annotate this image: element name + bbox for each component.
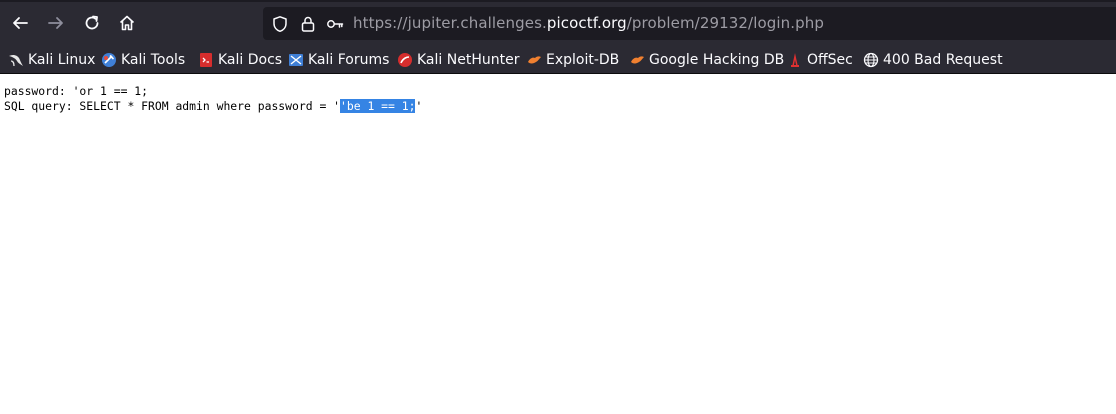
offsec-icon [791, 53, 799, 67]
bookmark-label: Google Hacking DB [649, 52, 785, 68]
bookmark-exploit-db[interactable]: Exploit-DB [526, 50, 619, 70]
bookmark-label: Kali Docs [218, 52, 283, 68]
ghdb-icon [631, 56, 644, 64]
url-path: /problem/29132/login.php [626, 14, 824, 32]
arrow-right-icon [48, 17, 63, 29]
password-line: password: 'or 1 == 1; [4, 84, 149, 98]
bookmark-label: Kali Linux [28, 52, 96, 68]
reload-icon [85, 15, 99, 30]
bookmark-kali-nethunter[interactable]: Kali NetHunter [397, 50, 519, 70]
url-bar[interactable]: https://jupiter.challenges.picoctf.org/p… [263, 7, 1116, 40]
sql-query-line: SQL query: SELECT * FROM admin where pas… [4, 98, 423, 114]
forward-button[interactable] [41, 8, 71, 38]
url-prefix: https://jupiter.challenges. [353, 14, 547, 32]
browser-toolbar: https://jupiter.challenges.picoctf.org/p… [0, 0, 1116, 46]
page-content: password: 'or 1 == 1; SQL query: SELECT … [4, 84, 422, 113]
bookmark-label: Kali Forums [308, 52, 390, 68]
bookmark-label: Exploit-DB [546, 52, 620, 68]
bookmark-kali-docs[interactable]: Kali Docs [198, 50, 282, 70]
bookmark-label: Kali NetHunter [417, 52, 520, 68]
exploit-db-icon [528, 56, 541, 64]
home-button[interactable] [112, 8, 142, 38]
back-button[interactable] [5, 8, 35, 38]
url-text[interactable]: https://jupiter.challenges.picoctf.org/p… [353, 14, 824, 32]
bookmark-kali-forums[interactable]: Kali Forums [288, 50, 389, 70]
reload-button[interactable] [77, 8, 107, 38]
bookmark-label: OffSec [807, 52, 853, 68]
kali-tools-icon [102, 53, 116, 67]
shield-icon[interactable] [271, 15, 289, 33]
bookmark-400-bad-request[interactable]: 400 Bad Request [863, 50, 1003, 70]
sql-query-prefix: SQL query: SELECT * FROM admin where pas… [4, 98, 341, 113]
bookmark-google-hacking-db[interactable]: Google Hacking DB [629, 50, 784, 70]
bookmark-kali-linux[interactable]: Kali Linux [8, 50, 95, 70]
lock-icon[interactable] [299, 15, 317, 33]
bookmarks-toolbar: Kali Linux Kali Tools Kali Docs Kali For… [0, 46, 1116, 74]
home-icon [119, 15, 135, 31]
globe-icon [863, 52, 879, 68]
bookmark-offsec[interactable]: OffSec [787, 50, 853, 70]
sql-query-suffix: ' [415, 98, 423, 113]
kali-nethunter-icon [398, 53, 412, 67]
key-icon[interactable] [326, 15, 344, 33]
bookmark-label: 400 Bad Request [883, 52, 1003, 68]
bookmark-kali-tools[interactable]: Kali Tools [101, 50, 185, 70]
kali-forums-icon [289, 54, 303, 66]
bookmark-label: Kali Tools [121, 52, 186, 68]
url-host: picoctf.org [546, 14, 627, 32]
kali-docs-icon [200, 53, 212, 67]
arrow-left-icon [13, 17, 28, 29]
selected-text[interactable]: 'be 1 == 1; [340, 98, 416, 113]
kali-dragon-icon [9, 54, 23, 67]
